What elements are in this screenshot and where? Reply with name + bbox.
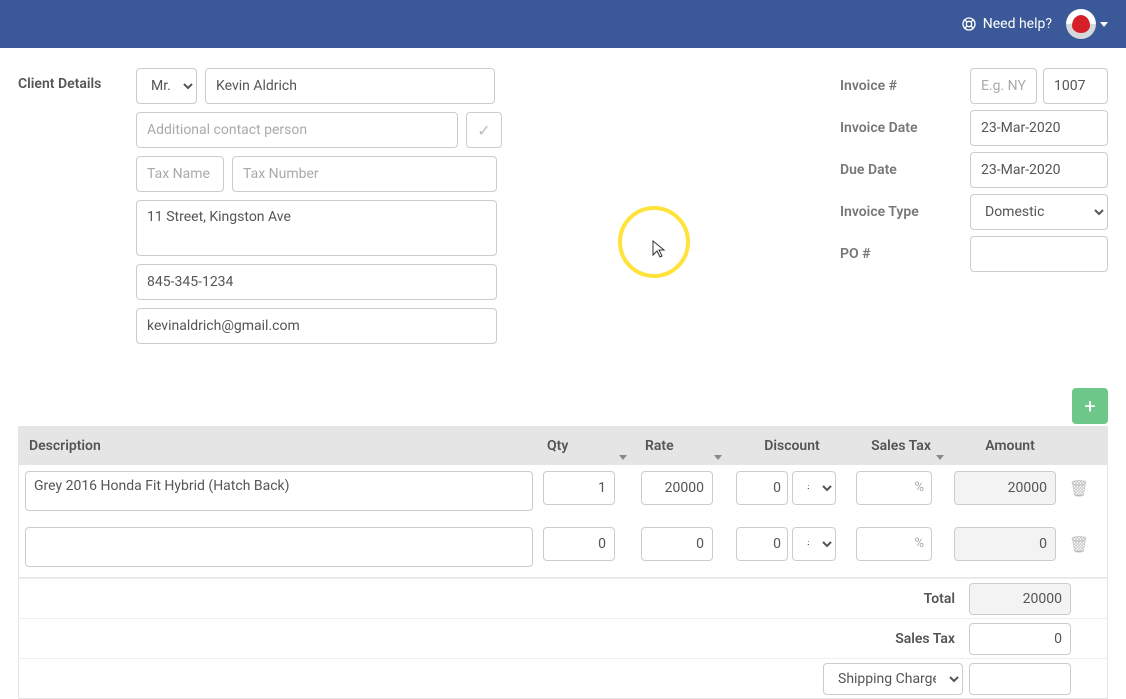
phone-input[interactable] xyxy=(136,264,497,300)
po-input[interactable] xyxy=(970,236,1108,272)
caret-down-icon xyxy=(1100,22,1108,27)
tax-number-input[interactable] xyxy=(232,156,497,192)
page: Client Details Mr. ✓ 11 Street, Kingston… xyxy=(0,48,1126,344)
address-input[interactable]: 11 Street, Kingston Ave xyxy=(136,200,497,256)
percent-label: % xyxy=(914,527,924,561)
header-qty[interactable]: Qty xyxy=(539,438,637,454)
line-rate-input[interactable] xyxy=(641,527,713,561)
flame-icon xyxy=(1072,15,1090,33)
client-details-label: Client Details xyxy=(18,68,136,344)
confirm-contact-button[interactable]: ✓ xyxy=(466,112,502,148)
line-qty-input[interactable] xyxy=(543,527,615,561)
line-rate-input[interactable] xyxy=(641,471,713,505)
line-discount-type-select[interactable]: # xyxy=(792,527,836,561)
line-description-input[interactable] xyxy=(25,527,533,567)
line-amount-output xyxy=(954,471,1056,505)
grid-header: Description Qty Rate Discount Sales Tax … xyxy=(19,427,1107,465)
invoice-number-input[interactable] xyxy=(1043,68,1108,104)
add-line-button[interactable]: + xyxy=(1072,388,1108,424)
delete-line-button[interactable]: 🗑 xyxy=(1070,471,1088,498)
invoice-date-label: Invoice Date xyxy=(840,120,970,136)
tax-name-input[interactable] xyxy=(136,156,224,192)
shipping-value-input[interactable] xyxy=(969,663,1071,695)
sales-tax-total-value xyxy=(969,623,1071,655)
line-qty-input[interactable] xyxy=(543,471,615,505)
line-items-grid: Description Qty Rate Discount Sales Tax … xyxy=(18,426,1108,699)
invoice-type-label: Invoice Type xyxy=(840,204,970,220)
caret-down-icon xyxy=(619,455,627,460)
header-tax[interactable]: Sales Tax xyxy=(852,438,950,454)
header-discount: Discount xyxy=(732,438,852,454)
due-date-label: Due Date xyxy=(840,162,970,178)
totals-section: Total Sales Tax Shipping Charges xyxy=(19,577,1107,698)
invoice-prefix-input[interactable] xyxy=(970,68,1037,104)
delete-line-button[interactable]: 🗑 xyxy=(1070,527,1088,554)
invoice-date-input[interactable] xyxy=(970,110,1108,146)
line-amount-output xyxy=(954,527,1056,561)
line-row: Grey 2016 Honda Fit Hybrid (Hatch Back) … xyxy=(19,465,1107,521)
lifebuoy-icon xyxy=(961,16,977,32)
line-discount-input[interactable] xyxy=(736,471,788,505)
invoice-type-select[interactable]: Domestic xyxy=(970,194,1108,230)
percent-label: % xyxy=(914,471,924,505)
due-date-input[interactable] xyxy=(970,152,1108,188)
trash-icon: 🗑 xyxy=(1069,479,1089,498)
line-description-input[interactable]: Grey 2016 Honda Fit Hybrid (Hatch Back) xyxy=(25,471,533,511)
user-menu[interactable] xyxy=(1066,9,1108,39)
client-name-input[interactable] xyxy=(205,68,495,104)
top-bar: Need help? xyxy=(0,0,1126,48)
total-label: Total xyxy=(19,591,969,607)
header-description: Description xyxy=(19,438,539,454)
need-help-label: Need help? xyxy=(983,16,1052,32)
trash-icon: 🗑 xyxy=(1069,535,1089,554)
sales-tax-total-label: Sales Tax xyxy=(19,631,969,647)
check-icon: ✓ xyxy=(477,121,490,140)
po-label: PO # xyxy=(840,246,970,262)
shipping-charges-select[interactable]: Shipping Charges xyxy=(823,663,963,695)
total-value xyxy=(969,583,1071,615)
line-discount-input[interactable] xyxy=(736,527,788,561)
line-row: # % 🗑 xyxy=(19,521,1107,577)
invoice-meta: Invoice # Invoice Date Due Date Invoice … xyxy=(840,68,1108,278)
additional-contact-input[interactable] xyxy=(136,112,458,148)
plus-icon: + xyxy=(1084,394,1095,418)
salutation-select[interactable]: Mr. xyxy=(136,68,197,104)
caret-down-icon xyxy=(936,455,944,460)
avatar xyxy=(1066,9,1096,39)
header-amount: Amount xyxy=(950,438,1070,454)
need-help-link[interactable]: Need help? xyxy=(961,16,1052,32)
invoice-number-label: Invoice # xyxy=(840,78,970,94)
email-input[interactable] xyxy=(136,308,497,344)
header-rate[interactable]: Rate xyxy=(637,438,732,454)
line-discount-type-select[interactable]: # xyxy=(792,471,836,505)
caret-down-icon xyxy=(714,455,722,460)
